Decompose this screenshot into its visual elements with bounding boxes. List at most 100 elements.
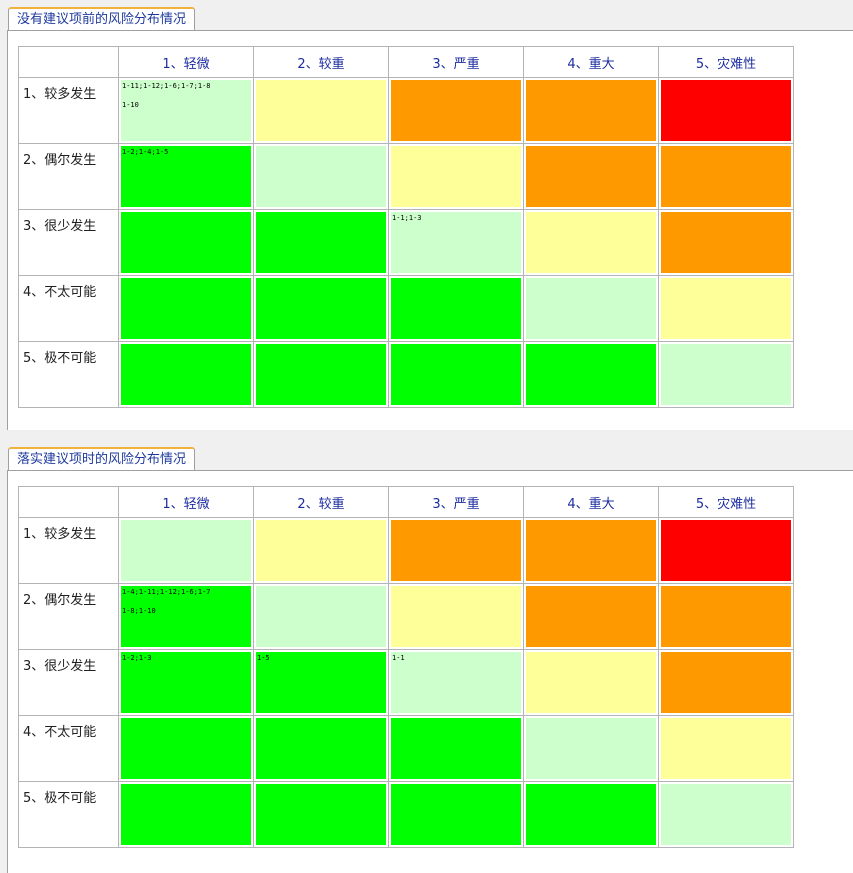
risk-cell-fill — [526, 652, 656, 713]
risk-cell[interactable] — [523, 143, 659, 210]
likelihood-label: 3、很少发生 — [18, 209, 119, 276]
corner-cell — [18, 486, 119, 518]
risk-cell[interactable]: 1-11;1-12;1-6;1-7;1-8 1-10 — [118, 77, 254, 144]
risk-cell-fill — [391, 784, 521, 845]
risk-cell[interactable] — [388, 781, 524, 848]
risk-cell[interactable] — [118, 517, 254, 584]
risk-cell[interactable] — [118, 341, 254, 408]
risk-cell[interactable] — [658, 649, 794, 716]
likelihood-label: 4、不太可能 — [18, 275, 119, 342]
risk-cell[interactable] — [118, 715, 254, 782]
likelihood-row: 4、不太可能 — [18, 715, 794, 782]
risk-cell[interactable] — [118, 781, 254, 848]
risk-item-ids: 1-2;1-4;1-5 — [122, 148, 169, 156]
risk-cell[interactable] — [253, 341, 389, 408]
risk-cell-fill: 1-5 — [256, 652, 386, 713]
risk-cell[interactable] — [658, 517, 794, 584]
risk-item-ids: 1-8;1-10 — [122, 607, 156, 615]
risk-cell[interactable] — [388, 275, 524, 342]
risk-cell[interactable]: 1-2;1-3 — [118, 649, 254, 716]
risk-cell-fill — [121, 520, 251, 581]
risk-cell[interactable]: 1-5 — [253, 649, 389, 716]
risk-cell[interactable] — [253, 209, 389, 276]
risk-cell[interactable]: 1-4;1-11;1-12;1-6;1-7 1-8;1-10 — [118, 583, 254, 650]
risk-cell[interactable] — [253, 77, 389, 144]
risk-cell[interactable] — [388, 583, 524, 650]
risk-cell[interactable] — [523, 77, 659, 144]
likelihood-row: 1、较多发生 — [18, 517, 794, 584]
risk-cell-fill — [391, 718, 521, 779]
risk-item-ids: 1-1;1-3 — [392, 214, 422, 222]
risk-cell-fill — [121, 718, 251, 779]
risk-cell[interactable] — [253, 583, 389, 650]
risk-cell[interactable] — [253, 517, 389, 584]
risk-cell[interactable] — [118, 275, 254, 342]
risk-cell-fill — [661, 784, 791, 845]
severity-header: 5、灾难性 — [658, 486, 794, 518]
severity-header: 2、较重 — [253, 486, 389, 518]
severity-header: 1、轻微 — [118, 486, 254, 518]
risk-cell[interactable] — [658, 341, 794, 408]
risk-item-ids: 1-1 — [392, 654, 405, 662]
risk-cell[interactable] — [523, 781, 659, 848]
risk-cell[interactable] — [658, 77, 794, 144]
likelihood-label: 5、极不可能 — [18, 781, 119, 848]
risk-cell-fill — [121, 278, 251, 339]
risk-cell[interactable] — [523, 517, 659, 584]
risk-cell[interactable] — [658, 143, 794, 210]
corner-cell — [18, 46, 119, 78]
risk-cell[interactable] — [523, 275, 659, 342]
risk-cell[interactable] — [253, 781, 389, 848]
risk-cell-fill: 1-2;1-3 — [121, 652, 251, 713]
risk-cell[interactable] — [658, 209, 794, 276]
risk-cell-fill — [526, 784, 656, 845]
risk-cell-fill — [256, 586, 386, 647]
risk-cell[interactable] — [253, 715, 389, 782]
severity-header: 3、严重 — [388, 46, 524, 78]
severity-header: 3、严重 — [388, 486, 524, 518]
risk-cell[interactable] — [388, 517, 524, 584]
risk-cell-fill — [391, 520, 521, 581]
risk-cell-fill: 1-4;1-11;1-12;1-6;1-7 1-8;1-10 — [121, 586, 251, 647]
risk-cell[interactable] — [523, 715, 659, 782]
risk-cell[interactable] — [388, 143, 524, 210]
risk-cell-fill — [256, 80, 386, 141]
risk-cell-fill — [121, 784, 251, 845]
risk-cell[interactable]: 1-1 — [388, 649, 524, 716]
risk-cell[interactable]: 1-1;1-3 — [388, 209, 524, 276]
risk-cell[interactable] — [658, 275, 794, 342]
tab-before-recommendations[interactable]: 没有建议项前的风险分布情况 — [8, 7, 196, 31]
risk-cell[interactable] — [523, 649, 659, 716]
tab-after-recommendations[interactable]: 落实建议项时的风险分布情况 — [8, 447, 196, 471]
risk-cell[interactable] — [658, 781, 794, 848]
risk-cell-fill — [256, 278, 386, 339]
risk-cell[interactable] — [253, 143, 389, 210]
risk-cell-fill — [256, 212, 386, 273]
risk-cell[interactable] — [118, 209, 254, 276]
risk-cell-fill: 1-2;1-4;1-5 — [121, 146, 251, 207]
risk-cell-fill — [391, 344, 521, 405]
matrix-frame-after: 1、轻微 2、较重 3、严重 4、重大 5、灾难性 1、较多发生 2、偶尔发生 1-4;1-1… — [7, 470, 853, 873]
risk-cell[interactable] — [658, 715, 794, 782]
risk-cell-fill — [661, 80, 791, 141]
risk-cell-fill — [661, 212, 791, 273]
risk-cell[interactable] — [388, 341, 524, 408]
risk-matrix-after: 1、轻微 2、较重 3、严重 4、重大 5、灾难性 1、较多发生 2、偶尔发生 1-4;1-1… — [18, 486, 794, 848]
risk-cell[interactable] — [523, 583, 659, 650]
likelihood-label: 5、极不可能 — [18, 341, 119, 408]
risk-cell-fill — [526, 344, 656, 405]
matrix-frame-before: 1、轻微 2、较重 3、严重 4、重大 5、灾难性 1、较多发生 1-11;1-12;1-6… — [7, 30, 853, 430]
risk-cell[interactable] — [658, 583, 794, 650]
severity-header: 4、重大 — [523, 46, 659, 78]
risk-cell[interactable]: 1-2;1-4;1-5 — [118, 143, 254, 210]
risk-item-ids: 1-5 — [257, 654, 270, 662]
risk-cell-fill — [661, 520, 791, 581]
risk-cell[interactable] — [523, 341, 659, 408]
risk-cell[interactable] — [388, 77, 524, 144]
likelihood-label: 2、偶尔发生 — [18, 583, 119, 650]
risk-cell[interactable] — [388, 715, 524, 782]
risk-cell[interactable] — [523, 209, 659, 276]
risk-cell[interactable] — [253, 275, 389, 342]
risk-cell-fill — [661, 344, 791, 405]
panel-after: 落实建议项时的风险分布情况 1、轻微 2、较重 3、严重 4、重大 5、灾难性 1、较多发… — [0, 440, 853, 873]
